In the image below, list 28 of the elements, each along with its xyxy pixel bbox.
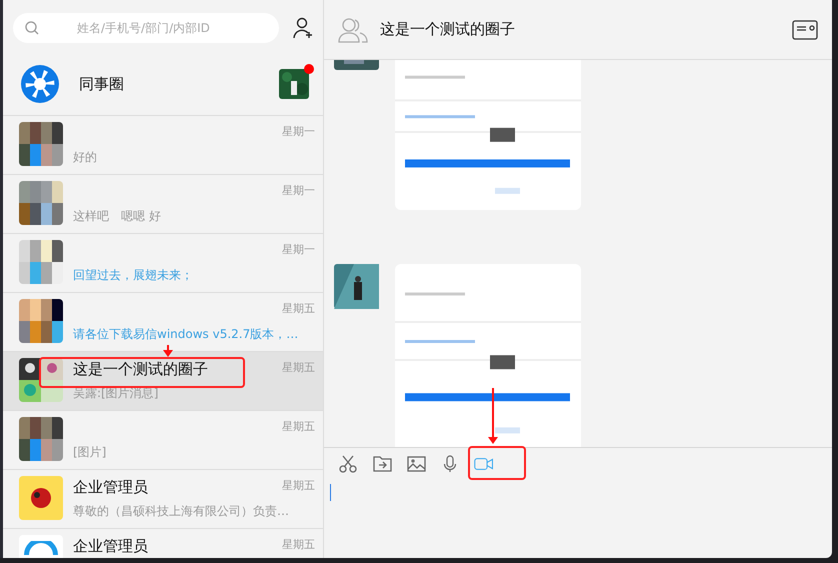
message-preview: [图片] <box>73 444 106 461</box>
conversation-name: 企业管理员 <box>73 478 148 498</box>
conversation-item[interactable]: 星期一 好的 <box>3 116 323 175</box>
message-preview: 回望过去，展翅未来； <box>73 267 193 284</box>
chat-title: 这是一个测试的圈子 <box>380 20 516 39</box>
conversation-item[interactable]: 星期五 [图片] <box>3 411 323 470</box>
conversation-time: 星期一 <box>282 242 315 257</box>
moments-entry[interactable]: 同事圈 <box>3 53 323 116</box>
message-preview: 好的 <box>73 149 97 166</box>
conversation-item[interactable]: 星期一 这样吧 嗯嗯 好 <box>3 175 323 234</box>
conversation-name: 企业管理员 <box>73 537 148 557</box>
conversation-time: 星期一 <box>282 124 315 139</box>
conversation-item[interactable]: 星期一 回望过去，展翅未来； <box>3 234 323 293</box>
conversation-time: 星期一 <box>282 183 315 198</box>
message-preview: 尊敬的（昌硕科技上海有限公司）负责… <box>73 503 289 520</box>
message-preview: 这样吧 嗯嗯 好 <box>73 208 161 225</box>
conversation-item[interactable]: 企业管理员 星期五 尊敬的（昌硕科技上海有限公司）负责… <box>3 470 323 529</box>
conversation-item[interactable]: 企业管理员 星期五 <box>3 529 323 558</box>
search-input[interactable]: 姓名/手机号/部门/内部ID <box>75 20 259 36</box>
moments-title: 同事圈 <box>79 74 125 94</box>
message-preview: 请各位下载易信windows v5.2.7版本，… <box>73 326 298 343</box>
conversation-time: 星期五 <box>282 419 315 434</box>
conversation-time: 星期五 <box>282 478 315 493</box>
conversation-name: 这是一个测试的圈子 <box>73 360 208 380</box>
conversation-time: 星期五 <box>282 360 315 375</box>
search-field[interactable]: 姓名/手机号/部门/内部ID <box>13 13 279 43</box>
conversation-time: 星期五 <box>282 537 315 552</box>
conversation-time: 星期五 <box>282 301 315 316</box>
